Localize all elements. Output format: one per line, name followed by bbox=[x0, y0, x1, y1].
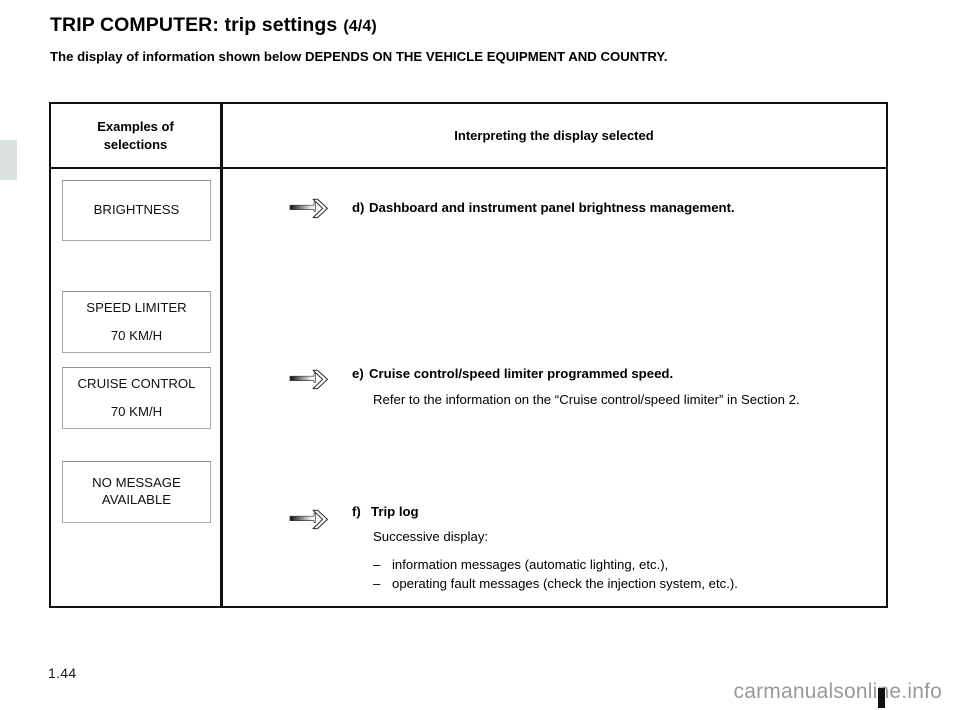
bullet-text: information messages (automatic lighting… bbox=[392, 556, 669, 572]
entry-e-subtext: Refer to the information on the “Cruise … bbox=[373, 392, 800, 408]
entry-e-heading-text: Cruise control/speed limiter programmed … bbox=[369, 366, 674, 381]
entry-f-subtext: Successive display: bbox=[373, 529, 489, 545]
entry-e-heading: e) Cruise control/speed limiter programm… bbox=[352, 365, 872, 382]
display-box-speed-limiter-line2: 70 KM/H bbox=[110, 327, 163, 343]
interpretation-column: d) Dashboard and instrument panel bright… bbox=[222, 169, 886, 606]
settings-table: Examples of selections Interpreting the … bbox=[49, 102, 888, 608]
entry-f-marker: f) bbox=[352, 504, 361, 519]
arrow-pointer-icon bbox=[289, 198, 335, 219]
entry-f-bullet-list: – information messages (automatic lighti… bbox=[352, 556, 872, 593]
page-title-fraction: (4/4) bbox=[343, 18, 377, 35]
display-box-column: BRIGHTNESS SPEED LIMITER 70 KM/H CRUISE … bbox=[51, 169, 220, 606]
display-box-cruise-control: CRUISE CONTROL 70 KM/H bbox=[62, 367, 211, 429]
table-header-examples-line1: Examples of bbox=[97, 119, 174, 135]
display-box-speed-limiter: SPEED LIMITER 70 KM/H bbox=[62, 291, 211, 353]
page-title-text: TRIP COMPUTER: trip settings bbox=[50, 14, 338, 36]
page-subtitle: The display of information shown below D… bbox=[50, 49, 668, 64]
entry-d: d) Dashboard and instrument panel bright… bbox=[352, 199, 872, 216]
bullet-dash: – bbox=[373, 575, 381, 591]
page-title: TRIP COMPUTER: trip settings (4/4) bbox=[50, 14, 377, 37]
arrow-pointer-icon bbox=[289, 369, 335, 390]
entry-f: f) Trip log Successive display: – inform… bbox=[352, 503, 872, 593]
table-header-row: Examples of selections Interpreting the … bbox=[51, 104, 886, 169]
entry-d-heading: d) Dashboard and instrument panel bright… bbox=[352, 199, 872, 216]
entry-e-marker: e) bbox=[352, 366, 364, 381]
display-box-brightness: BRIGHTNESS bbox=[62, 180, 211, 241]
table-header-examples-line2: selections bbox=[103, 136, 168, 152]
entry-d-marker: d) bbox=[352, 200, 365, 215]
table-header-examples: Examples of selections bbox=[51, 104, 220, 167]
display-box-brightness-line1: BRIGHTNESS bbox=[93, 202, 180, 218]
table-header-interpreting: Interpreting the display selected bbox=[454, 127, 654, 143]
bullet-text: operating fault messages (check the inje… bbox=[392, 575, 738, 591]
entry-d-heading-text: Dashboard and instrument panel brightnes… bbox=[369, 200, 735, 215]
display-box-cruise-control-line2: 70 KM/H bbox=[110, 403, 163, 419]
page-number: 1.44 bbox=[48, 665, 77, 681]
bullet-dash: – bbox=[373, 556, 381, 572]
entry-f-heading: f) Trip log bbox=[352, 503, 872, 520]
display-box-no-message-line2: AVAILABLE bbox=[101, 492, 172, 507]
display-box-speed-limiter-line1: SPEED LIMITER bbox=[86, 299, 187, 315]
display-box-no-message: NO MESSAGE AVAILABLE bbox=[62, 461, 211, 523]
arrow-pointer-icon bbox=[289, 509, 335, 530]
section-thumb-tab bbox=[0, 140, 17, 180]
watermark-text: carmanualsonline.info bbox=[733, 680, 942, 703]
list-item: – information messages (automatic lighti… bbox=[373, 556, 872, 575]
manual-page: TRIP COMPUTER: trip settings (4/4) The di… bbox=[0, 0, 960, 710]
entry-e: e) Cruise control/speed limiter programm… bbox=[352, 365, 872, 409]
entry-f-heading-text: Trip log bbox=[371, 504, 419, 519]
list-item: – operating fault messages (check the in… bbox=[373, 575, 872, 594]
display-box-cruise-control-line1: CRUISE CONTROL bbox=[77, 375, 196, 391]
table-body-row: BRIGHTNESS SPEED LIMITER 70 KM/H CRUISE … bbox=[51, 169, 886, 606]
text-cursor bbox=[878, 688, 885, 708]
display-box-no-message-line1: NO MESSAGE bbox=[92, 475, 181, 491]
